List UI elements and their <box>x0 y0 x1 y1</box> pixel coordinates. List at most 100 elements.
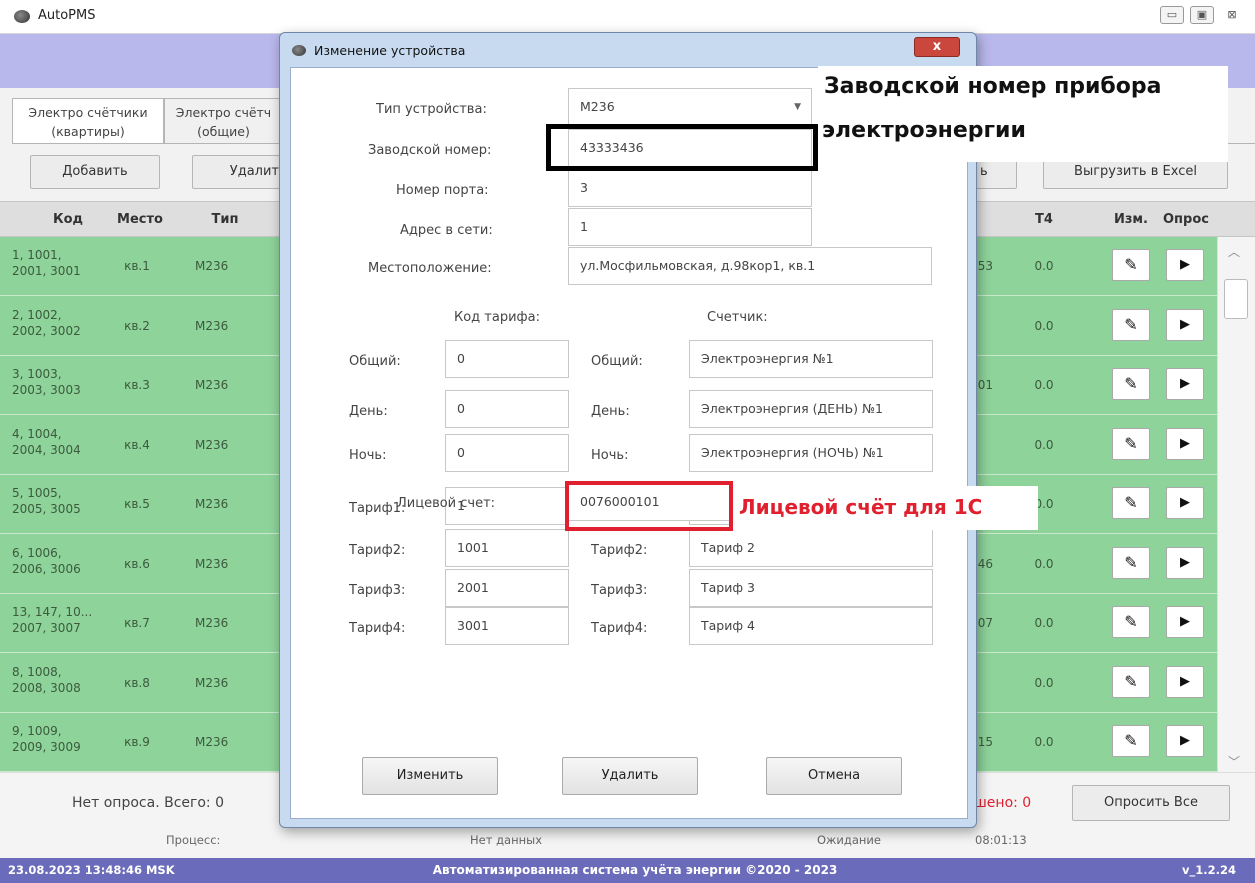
tariff-code-input[interactable]: 0 <box>445 340 569 378</box>
cell-place: кв.7 <box>124 616 150 630</box>
poll-play-icon[interactable]: ▶ <box>1166 725 1204 757</box>
poll-play-icon[interactable]: ▶ <box>1166 665 1204 698</box>
dialog-close-button[interactable]: x <box>914 37 960 57</box>
tariff-code-input[interactable]: 2001 <box>445 569 569 607</box>
cell-type: M236 <box>195 259 229 273</box>
table-scrollbar[interactable]: ︿ ﹀ <box>1217 237 1255 772</box>
cell-t4: 0.0 <box>1034 735 1054 749</box>
edit-icon[interactable]: ✎ <box>1112 606 1150 638</box>
cell-code-line1: 5, 1005, <box>12 486 62 500</box>
edit-icon[interactable]: ✎ <box>1112 427 1150 460</box>
cell-place: кв.5 <box>124 497 150 511</box>
cell-code: 2, 1002, 2002, 3002 <box>12 307 112 339</box>
tab-meters-common[interactable]: Электро счётч (общие) <box>164 98 282 144</box>
tariff-code-input[interactable]: 1001 <box>445 529 569 567</box>
cell-code-line1: 6, 1006, <box>12 545 62 560</box>
cell-code-line2: 2008, 3008 <box>12 680 81 695</box>
maximize-button[interactable]: ▣ <box>1190 6 1214 24</box>
cancel-button[interactable]: Отмена <box>766 757 902 795</box>
serial-number-label: Заводской номер: <box>368 143 492 158</box>
poll-play-icon[interactable]: ▶ <box>1166 308 1204 341</box>
poll-play-icon[interactable]: ▶ <box>1166 606 1204 638</box>
edit-icon[interactable]: ✎ <box>1112 249 1150 281</box>
edit-icon[interactable]: ✎ <box>1112 308 1150 341</box>
close-window-button[interactable]: ⊠ <box>1220 6 1244 24</box>
poll-play-icon[interactable]: ▶ <box>1166 487 1204 519</box>
change-button[interactable]: Изменить <box>362 757 498 795</box>
cell-t4: 0.0 <box>1034 616 1054 630</box>
scrollbar-thumb[interactable] <box>1224 279 1248 319</box>
add-button[interactable]: Добавить <box>30 155 160 189</box>
scroll-down-icon[interactable]: ﹀ <box>1228 753 1240 770</box>
cell-code-line1: 4, 1004, <box>12 426 62 441</box>
tariff-code-input[interactable]: 0 <box>445 434 569 472</box>
edit-icon[interactable]: ✎ <box>1112 725 1150 757</box>
col-header-t4[interactable]: T4 <box>1024 202 1064 238</box>
minimize-button[interactable]: ▭ <box>1160 6 1184 24</box>
edit-icon[interactable]: ✎ <box>1112 546 1150 579</box>
col-header-place[interactable]: Место <box>112 202 168 238</box>
port-number-input[interactable]: 3 <box>568 169 812 207</box>
device-type-label: Тип устройства: <box>376 102 487 117</box>
tariff-label: Тариф3: <box>349 583 406 598</box>
counter-label: Общий: <box>591 354 643 369</box>
tariff-label: Тариф4: <box>349 621 406 636</box>
edit-icon[interactable]: ✎ <box>1112 487 1150 519</box>
app-title: AutoPMS <box>38 8 96 23</box>
counter-name-input[interactable]: Тариф 3 <box>689 569 933 607</box>
counter-label: Тариф3: <box>591 583 648 598</box>
net-address-label: Адрес в сети: <box>400 223 493 238</box>
tab-meters-apartments[interactable]: Электро счётчики (квартиры) <box>12 98 164 144</box>
counter-label: День: <box>591 404 630 419</box>
location-input[interactable]: ул.Мосфильмовская, д.98кор1, кв.1 <box>568 247 932 285</box>
col-header-poll[interactable]: Опрос <box>1158 202 1214 238</box>
delete-button[interactable]: Удалит <box>192 155 292 189</box>
edit-icon[interactable]: ✎ <box>1112 665 1150 698</box>
poll-all-button[interactable]: Опросить Все <box>1072 785 1230 821</box>
tariff-label: Общий: <box>349 354 401 369</box>
failed-count-text: шено: 0 <box>974 795 1032 811</box>
tariff-label: День: <box>349 404 388 419</box>
counter-name-input[interactable]: Электроэнергия №1 <box>689 340 933 378</box>
dialog-title: Изменение устройства <box>314 43 466 58</box>
cell-partial-value: 01 <box>977 378 993 392</box>
net-address-input[interactable]: 1 <box>568 208 812 246</box>
poll-play-icon[interactable]: ▶ <box>1166 249 1204 281</box>
poll-play-icon[interactable]: ▶ <box>1166 546 1204 579</box>
tariff-code-input[interactable]: 3001 <box>445 607 569 645</box>
edit-icon[interactable]: ✎ <box>1112 368 1150 400</box>
cell-type: M236 <box>195 318 229 333</box>
delete-device-button[interactable]: Удалить <box>562 757 698 795</box>
cell-place: кв.2 <box>124 318 150 333</box>
scroll-up-icon[interactable]: ︿ <box>1228 243 1240 260</box>
tariff-label: Ночь: <box>349 448 387 463</box>
col-header-code[interactable]: Код <box>28 202 108 238</box>
col-header-type[interactable]: Тип <box>205 202 245 238</box>
cell-code-line2: 2001, 3001 <box>12 264 81 278</box>
cell-t4: 0.0 <box>1034 556 1054 571</box>
poll-play-icon[interactable]: ▶ <box>1166 427 1204 460</box>
status-version: v_1.2.24 <box>1182 863 1236 877</box>
account-annotation: Лицевой счёт для 1С <box>733 486 1038 530</box>
cell-code-line1: 9, 1009, <box>12 724 62 738</box>
col-header-edit[interactable]: Изм. <box>1106 202 1156 238</box>
counter-name-input[interactable]: Тариф 2 <box>689 529 933 567</box>
cell-place: кв.1 <box>124 259 150 273</box>
cell-code-line2: 2007, 3007 <box>12 621 81 635</box>
status-center-text: Автоматизированная система учёта энергии… <box>432 863 838 877</box>
counter-name-input[interactable]: Тариф 4 <box>689 607 933 645</box>
poll-play-icon[interactable]: ▶ <box>1166 368 1204 400</box>
cell-code: 5, 1005, 2005, 3005 <box>12 485 112 517</box>
cell-type: M236 <box>195 735 229 749</box>
cell-place: кв.6 <box>124 556 150 571</box>
counter-name-input[interactable]: Электроэнергия (ДЕНЬ) №1 <box>689 390 933 428</box>
cell-code-line2: 2004, 3004 <box>12 442 81 457</box>
cell-type: M236 <box>195 497 229 511</box>
cell-code: 8, 1008, 2008, 3008 <box>12 664 112 696</box>
counter-label: Ночь: <box>591 448 629 463</box>
cell-type: M236 <box>195 675 229 690</box>
counter-name-input[interactable]: Электроэнергия (НОЧЬ) №1 <box>689 434 933 472</box>
cell-type: M236 <box>195 556 229 571</box>
tariff-code-input[interactable]: 0 <box>445 390 569 428</box>
device-type-select[interactable]: M236 ▼ <box>568 88 812 126</box>
